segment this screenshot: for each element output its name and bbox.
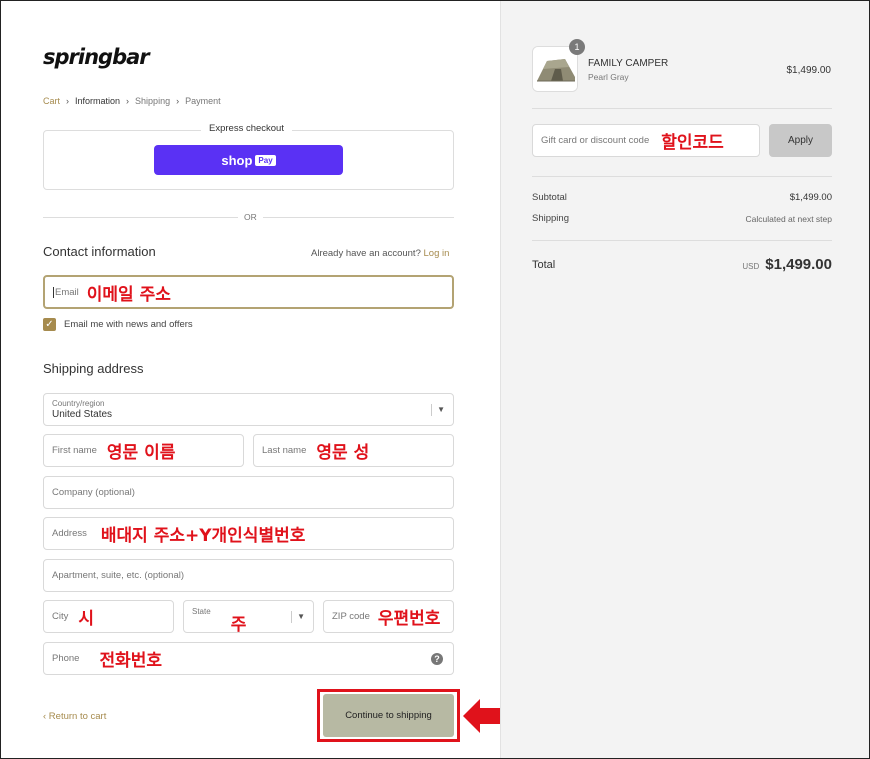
city-input[interactable]: City 시 [43,600,174,633]
express-checkout-title: Express checkout [201,123,292,134]
divider [532,240,832,241]
order-summary-panel: 1 FAMILY CAMPER Pearl Gray $1,499.00 Gif… [500,1,869,758]
email-placeholder: Email [53,286,79,298]
last-name-annotation: 영문 성 [316,443,370,463]
chevron-right-icon: › [66,96,70,106]
zip-code-input[interactable]: ZIP code 우편번호 [323,600,454,633]
shop-pay-label: shop [221,152,253,168]
last-name-input[interactable]: Last name 영문 성 [253,434,454,467]
return-to-cart-link[interactable]: ‹ Return to cart [43,711,106,722]
total-row: Total USD $1,499.00 [532,256,832,273]
breadcrumb-cart[interactable]: Cart [43,96,60,106]
quantity-badge: 1 [569,39,585,55]
address-input[interactable]: Address 배대지 주소+Y개인식별번호 [43,517,454,550]
chevron-down-icon: ▼ [291,611,305,623]
state-placeholder: State [192,607,211,616]
total-value-group: USD $1,499.00 [742,256,832,273]
zip-code-annotation: 우편번호 [377,609,441,629]
chevron-down-icon: ▼ [431,404,445,416]
state-select[interactable]: State 주 ▼ [183,600,314,635]
phone-placeholder: Phone [52,653,80,664]
address-placeholder: Address [52,528,87,539]
address-annotation: 배대지 주소+Y개인식별번호 [100,526,306,546]
discount-code-input[interactable]: Gift card or discount code 할인코드 [532,124,760,157]
or-label: OR [238,212,263,222]
newsletter-label: Email me with news and offers [64,319,193,330]
breadcrumb-payment: Payment [185,96,221,106]
newsletter-option[interactable]: ✓ Email me with news and offers [43,318,193,331]
breadcrumb-shipping: Shipping [135,96,171,106]
breadcrumb-information: Information [75,96,121,106]
subtotal-value: $1,499.00 [789,192,832,203]
last-name-placeholder: Last name [262,445,307,456]
phone-annotation: 전화번호 [99,651,163,671]
account-prompt: Already have an account? Log in [311,248,449,259]
city-placeholder: City [52,611,69,622]
total-currency: USD [742,262,760,271]
continue-to-shipping-button[interactable]: Continue to shipping [323,694,454,737]
chevron-right-icon: › [126,96,130,106]
first-name-annotation: 영문 이름 [106,443,176,463]
arrow-left-icon [463,699,500,733]
tent-icon [533,47,577,91]
shipping-label: Shipping [532,213,569,224]
company-placeholder: Company (optional) [52,487,135,498]
apartment-input[interactable]: Apartment, suite, etc. (optional) [43,559,454,592]
country-label: Country/region [52,399,105,408]
subtotal-row: Subtotal $1,499.00 [532,192,832,203]
discount-placeholder: Gift card or discount code [541,135,650,146]
total-amount: $1,499.00 [765,256,832,273]
newsletter-checkbox[interactable]: ✓ [43,318,56,331]
product-name: FAMILY CAMPER [588,58,669,69]
total-label: Total [532,258,556,271]
first-name-placeholder: First name [52,445,97,456]
zip-code-placeholder: ZIP code [332,611,370,622]
shipping-address-title: Shipping address [43,361,144,376]
phone-input[interactable]: Phone 전화번호 ? [43,642,454,675]
login-link[interactable]: Log in [424,248,450,259]
subtotal-label: Subtotal [532,192,567,203]
contact-information-title: Contact information [43,244,156,259]
first-name-input[interactable]: First name 영문 이름 [43,434,244,467]
city-annotation: 시 [78,609,95,629]
company-input[interactable]: Company (optional) [43,476,454,509]
divider [532,176,832,177]
help-icon[interactable]: ? [431,653,443,665]
product-price: $1,499.00 [786,65,832,76]
apply-button[interactable]: Apply [769,124,832,157]
shop-pay-badge: Pay [255,154,276,166]
shipping-value: Calculated at next step [745,213,832,224]
shipping-row: Shipping Calculated at next step [532,213,832,224]
email-input[interactable]: Email 이메일 주소 [43,275,454,309]
divider [532,108,832,109]
breadcrumb: Cart › Information › Shipping › Payment [43,96,221,106]
apartment-placeholder: Apartment, suite, etc. (optional) [52,570,185,581]
springbar-logo[interactable]: springbar [43,45,150,69]
account-prompt-text: Already have an account? [311,248,421,259]
chevron-right-icon: › [176,96,180,106]
country-select[interactable]: Country/region United States ▼ [43,393,454,426]
discount-annotation: 할인코드 [661,133,724,153]
email-annotation: 이메일 주소 [86,284,171,305]
checkout-form-panel: springbar Cart › Information › Shipping … [1,1,500,758]
shop-pay-button[interactable]: shop Pay [154,145,343,175]
state-annotation: 주 [230,615,247,635]
country-value: United States [52,409,113,420]
product-variant: Pearl Gray [588,72,629,82]
